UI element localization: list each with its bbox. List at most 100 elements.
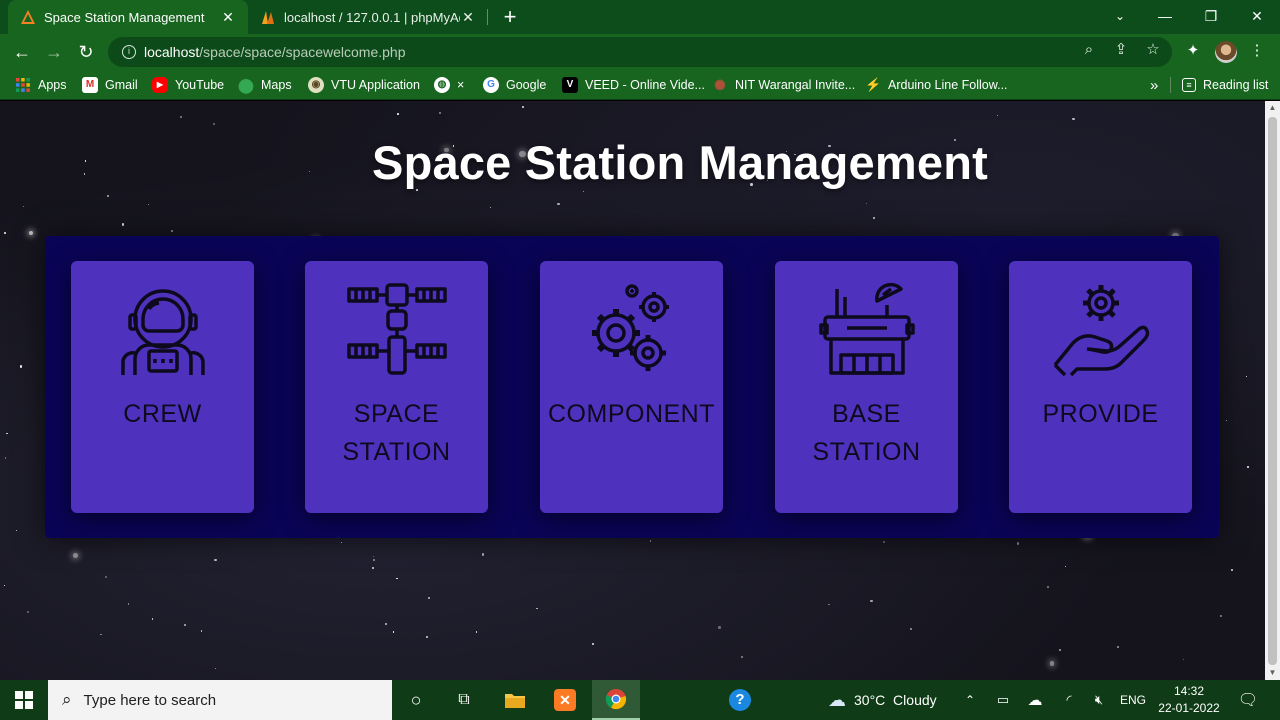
reading-list-button[interactable]: ≡ Reading list [1182,76,1268,94]
speaker-muted-icon[interactable]: 🔇︎ [1088,680,1110,720]
gears-icon [592,284,669,371]
minimize-icon[interactable]: — [1142,0,1188,34]
bookmark-apps[interactable]: Apps [15,76,67,94]
star [16,530,18,532]
restore-icon[interactable]: ❐ [1188,0,1234,34]
bookmark-globe[interactable]: ◍ × [434,76,464,94]
star [883,541,885,544]
help-taskbar-icon[interactable]: ? [724,680,756,720]
language-indicator[interactable]: ENG [1118,680,1148,720]
clock[interactable]: 14:32 22-01-2022 [1154,680,1224,720]
star [873,216,876,220]
onedrive-cloud-icon[interactable]: ☁ [1024,680,1046,720]
taskbar-search-box[interactable]: ⌕ Type here to search [48,680,392,720]
profile-avatar[interactable] [1215,41,1237,63]
tab-phpmyadmin[interactable]: localhost / 127.0.0.1 | phpMyAdm ✕ [248,0,488,34]
star [718,626,721,629]
share-icon[interactable]: ⇪ [1112,41,1130,59]
component-card[interactable]: COMPONENT [540,261,723,513]
base-station-icon [819,282,915,375]
tab-title: Space Station Management [44,9,205,25]
globe-icon: ◍ [434,77,450,93]
base-station-card[interactable]: BASE STATION [775,261,958,513]
star [372,559,375,562]
bookmark-youtube[interactable]: ▶ YouTube [152,76,224,94]
close-tab-icon[interactable]: ✕ [220,9,236,26]
new-tab-button[interactable]: + [498,4,522,30]
star [4,231,7,234]
phpmyadmin-favicon-icon [262,11,274,24]
reload-icon[interactable]: ↻ [72,38,100,66]
start-button[interactable] [0,680,48,720]
wifi-icon[interactable]: ◜ [1058,680,1080,720]
tray-chevron-up-icon[interactable]: ⌃ [960,680,980,720]
bookmarks-overflow-chevron-icon[interactable]: » [1150,76,1158,94]
battery-icon[interactable]: ▭ [992,680,1014,720]
star [490,206,492,208]
clock-time: 14:32 [1173,684,1205,698]
reading-list-icon: ≡ [1182,78,1196,92]
bookmark-label: VEED - Online Vide... [585,78,705,92]
star [396,113,399,116]
star [1183,658,1185,660]
browser-tab-strip: Space Station Management ✕ localhost / 1… [0,0,1280,34]
space-station-card[interactable]: SPACE STATION [305,261,488,513]
star [72,552,78,558]
scroll-down-arrow-icon[interactable]: ▼ [1265,666,1280,680]
star [428,596,431,599]
star [1117,646,1120,649]
provide-card[interactable]: PROVIDE [1009,261,1192,513]
window-close-icon[interactable]: ✕ [1234,0,1280,34]
bookmark-vtu-application[interactable]: ◉ VTU Application [308,76,420,94]
cortana-circle-icon[interactable]: ○ [400,680,432,720]
scroll-thumb[interactable] [1268,117,1277,665]
bookmark-gmail[interactable]: M Gmail [82,76,138,94]
file-explorer-icon[interactable] [498,680,532,720]
card-label: BASE STATION [812,400,921,466]
url-host: localhost [144,44,200,60]
star [1219,614,1223,617]
zoom-icon[interactable]: ⌕ [1080,41,1098,59]
site-info-icon[interactable]: i [122,45,136,59]
address-bar[interactable]: i localhost/space/space/spacewelcome.php [108,37,1172,67]
weather-widget[interactable]: ☁ 30°C Cloudy [828,680,968,720]
scroll-up-arrow-icon[interactable]: ▲ [1265,101,1280,115]
page-scrollbar[interactable]: ▲ ▼ [1265,101,1280,680]
back-arrow-icon[interactable]: ← [8,38,36,66]
chrome-taskbar-icon[interactable] [592,680,640,720]
star [107,194,110,197]
bookmark-arduino[interactable]: ⚡ Arduino Line Follow... [865,76,1008,94]
xampp-taskbar-icon[interactable]: ✕ [548,680,582,720]
star [591,643,594,645]
folder-icon [505,694,525,708]
notifications-icon[interactable]: 🗨︎ [1232,680,1264,720]
bookmark-veed[interactable]: V VEED - Online Vide... [562,76,705,94]
bookmark-maps[interactable]: ⬤ Maps [238,76,291,94]
star [200,630,203,632]
star [6,433,8,435]
star [557,202,560,206]
extensions-puzzle-icon[interactable]: ✦ [1183,41,1203,61]
star [1231,569,1234,571]
bookmark-star-icon[interactable]: ☆ [1144,41,1162,59]
veed-icon: V [562,77,578,93]
bookmark-nit-warangal[interactable]: ✺ NIT Warangal Invite... [712,76,855,94]
weather-text: 30°C Cloudy [854,692,937,708]
star [425,635,428,639]
crew-card[interactable]: CREW [71,261,254,513]
task-view-icon[interactable]: ⧉ [448,680,480,720]
chrome-menu-icon[interactable]: ⋮ [1247,41,1267,61]
forward-arrow-icon[interactable]: → [40,38,68,66]
star [828,603,831,606]
star [1016,542,1019,545]
star [384,622,387,626]
tab-space-station-management[interactable]: Space Station Management ✕ [8,0,248,34]
bookmark-google[interactable]: G Google [483,76,546,94]
star [184,624,187,627]
close-tab-icon[interactable]: ✕ [460,9,476,26]
star [741,655,744,658]
url-path: /space/space/spacewelcome.php [199,44,406,60]
star [583,191,585,193]
tab-search-chevron-icon[interactable]: ⌄ [1097,0,1143,34]
search-icon: ⌕ [62,690,72,709]
